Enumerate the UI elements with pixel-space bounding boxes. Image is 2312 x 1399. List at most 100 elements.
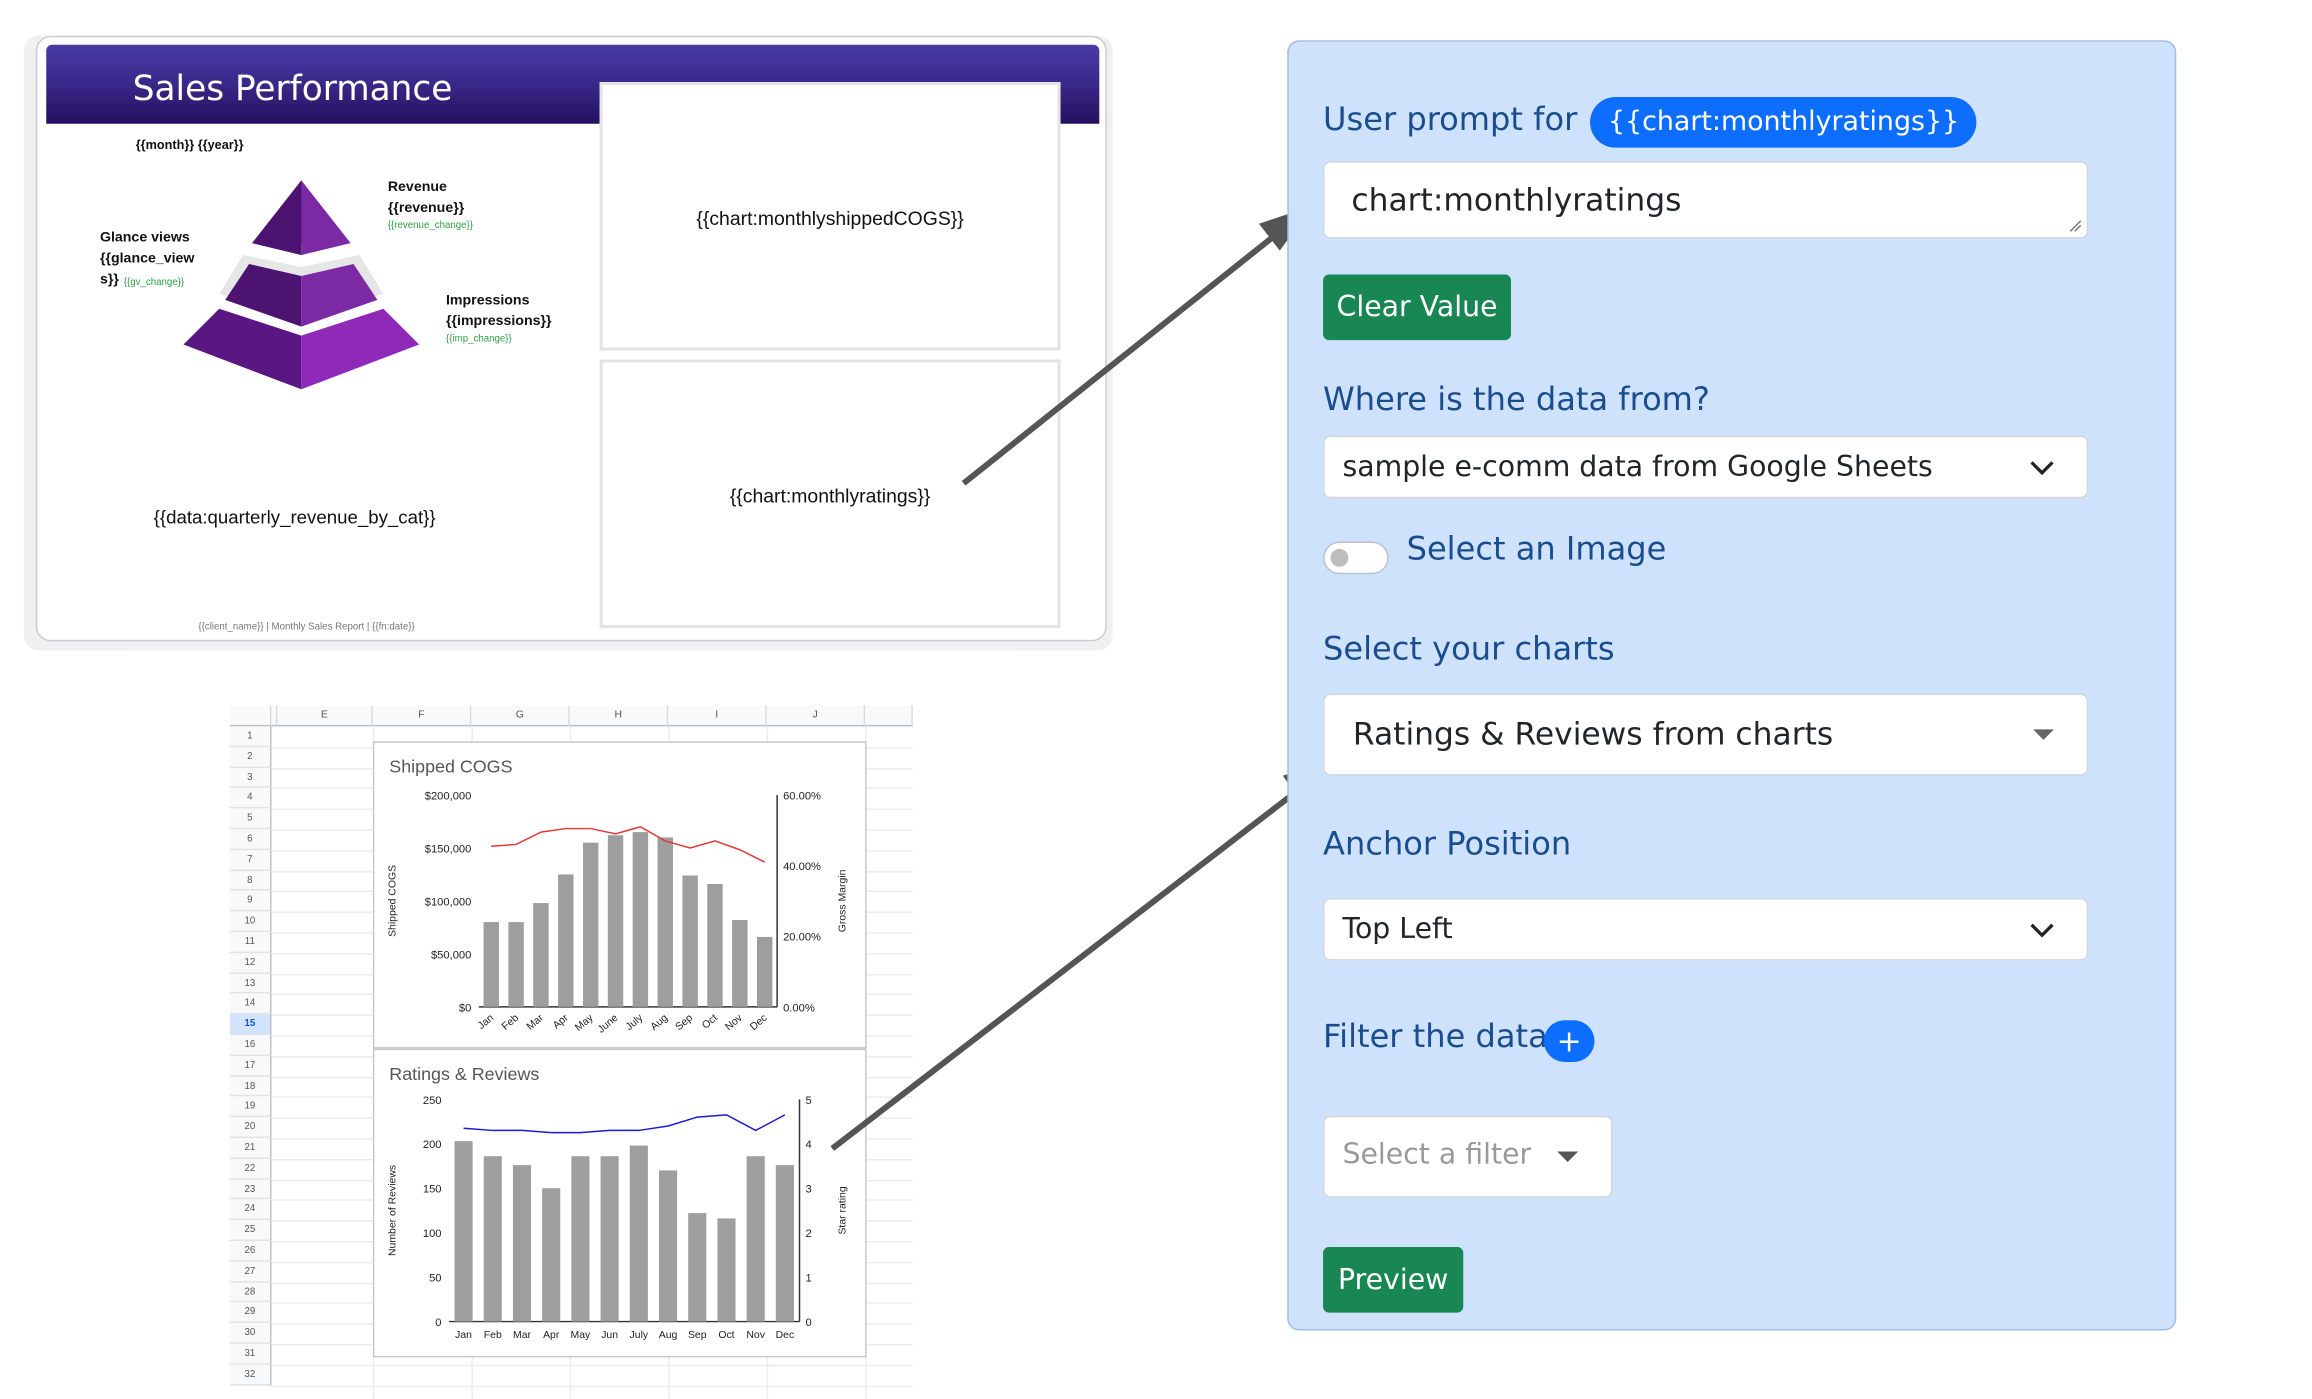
y2-tick-label: 60.00%	[783, 791, 821, 803]
glance-tag-line1: {{glance_view	[99, 250, 195, 267]
y2-tick-label: 2	[805, 1228, 811, 1240]
y-tick-label: $100,000	[425, 896, 472, 908]
prompt-textarea-value: chart:monthlyratings	[1351, 181, 1682, 218]
prompt-chip: {{chart:monthlyratings}}	[1590, 96, 1978, 148]
pyramid-top-face	[252, 180, 302, 256]
row-header[interactable]: 13	[229, 973, 272, 994]
anchor-select[interactable]: Top Left	[1323, 897, 2089, 961]
column-header-e[interactable]: E	[277, 705, 373, 727]
x-tick-label: Jun	[601, 1330, 618, 1341]
y-tick-label: 0	[435, 1317, 441, 1329]
y2-axis-title: Star rating	[838, 1186, 849, 1234]
image-toggle[interactable]	[1323, 541, 1389, 575]
row-header[interactable]: 18	[229, 1076, 272, 1097]
column-header-h[interactable]: H	[569, 705, 669, 727]
row-header[interactable]: 14	[229, 993, 272, 1015]
row-header[interactable]: 12	[229, 952, 272, 974]
x-tick-label: June	[596, 1013, 621, 1036]
filter-label: Filter the data	[1323, 1018, 1548, 1057]
chart-title: Ratings & Reviews	[389, 1064, 539, 1084]
slide-preview: Sales Performance {{month}} {{year}} Rev…	[35, 35, 1107, 642]
y2-tick-label: 40.00%	[783, 861, 821, 873]
row-header[interactable]: 11	[229, 932, 272, 953]
chart-bar	[632, 832, 649, 1007]
row-header[interactable]: 22	[229, 1158, 272, 1180]
y-axis-title: Shipped COGS	[387, 865, 398, 937]
preview-button[interactable]: Preview	[1323, 1246, 1464, 1313]
row-header[interactable]: 32	[229, 1364, 272, 1386]
row-header[interactable]: 4	[229, 788, 272, 809]
row-header[interactable]: 2	[229, 746, 272, 768]
data-source-value: sample e-comm data from Google Sheets	[1342, 450, 1933, 484]
spreadsheet: E F G H I J 1 2 3 4 5 6 7 8 9 10 11 12 13 14 15 16 17 18 1…	[229, 705, 913, 1399]
x-tick-label: Feb	[500, 1013, 521, 1033]
row-header[interactable]: 17	[229, 1055, 272, 1077]
column-header-j[interactable]: J	[766, 705, 866, 727]
row-header[interactable]: 31	[229, 1343, 272, 1365]
y-tick-label: $200,000	[425, 791, 472, 803]
chart-title: Shipped COGS	[389, 757, 512, 777]
row-header[interactable]: 6	[229, 829, 272, 850]
y2-axis-title: Gross Margin	[838, 869, 849, 932]
shipped-cogs-chart-card[interactable]: Shipped COGS $0 $50,000 $100,000 $150,000 $20…	[372, 741, 867, 1049]
row-header[interactable]: 30	[229, 1323, 272, 1344]
chart-bar	[571, 1156, 590, 1322]
revenue-tag: {{revenue}}	[387, 199, 465, 217]
row-header[interactable]: 26	[229, 1241, 272, 1262]
row-header[interactable]: 29	[229, 1302, 272, 1324]
row-header[interactable]: 21	[229, 1138, 272, 1159]
clear-value-button[interactable]: Clear Value	[1323, 274, 1512, 341]
row-header[interactable]: 7	[229, 849, 272, 871]
row-header[interactable]: 3	[229, 767, 272, 789]
x-tick-label: Oct	[718, 1330, 734, 1341]
y2-tick-label: 5	[805, 1095, 811, 1107]
glance-change-tag: {{gv_change}}	[123, 277, 185, 288]
row-header[interactable]: 15	[229, 1014, 272, 1036]
prompt-textarea[interactable]: chart:monthlyratings	[1323, 161, 2089, 239]
row-header[interactable]: 8	[229, 870, 272, 892]
x-tick-label: Feb	[484, 1330, 502, 1341]
chart-bar	[508, 922, 524, 1007]
chart-bar	[629, 1145, 648, 1322]
column-header-f[interactable]: F	[372, 705, 472, 727]
row-header[interactable]: 1	[229, 726, 272, 747]
row-header[interactable]: 28	[229, 1282, 272, 1303]
column-header-i[interactable]: I	[668, 705, 767, 727]
chart-bar	[658, 1170, 678, 1322]
data-source-select[interactable]: sample e-comm data from Google Sheets	[1323, 435, 2089, 499]
row-header[interactable]: 24	[229, 1199, 272, 1221]
row-header[interactable]: 19	[229, 1096, 272, 1118]
anchor-select-value: Top Left	[1342, 912, 1453, 946]
charts-select[interactable]: Ratings & Reviews from charts	[1323, 693, 2089, 776]
x-tick-label: Apr	[543, 1330, 560, 1341]
row-header[interactable]: 20	[229, 1117, 272, 1139]
row-header[interactable]: 27	[229, 1261, 272, 1283]
row-header[interactable]: 16	[229, 1035, 272, 1056]
chart-bar	[688, 1213, 707, 1322]
ratings-reviews-chart-card[interactable]: Ratings & Reviews 0 50 100 150 200 250 0 1 2 3 4 5 Nu…	[372, 1048, 867, 1358]
chart-series-line	[491, 825, 766, 863]
x-tick-label: May	[571, 1330, 591, 1341]
row-header[interactable]: 10	[229, 911, 272, 933]
chart-bar	[483, 922, 499, 1007]
prompt-label: User prompt for	[1323, 101, 1578, 139]
y-tick-label: 150	[423, 1184, 442, 1196]
shipped-cogs-chart: Shipped COGS $0 $50,000 $100,000 $150,000 $20…	[387, 757, 849, 1036]
filter-select[interactable]: Select a filter	[1323, 1115, 1613, 1198]
chart-bar	[657, 837, 673, 1007]
row-header[interactable]: 9	[229, 891, 272, 912]
revenue-change-tag: {{revenue_change}}	[387, 220, 474, 232]
chart-bar	[756, 936, 773, 1007]
row-header[interactable]: 5	[229, 808, 272, 830]
x-tick-label: Jan	[455, 1330, 472, 1341]
impressions-label: Impressions	[445, 292, 530, 309]
column-header-g[interactable]: G	[471, 705, 570, 727]
row-header[interactable]: 25	[229, 1220, 272, 1241]
x-tick-label: Sep	[688, 1330, 707, 1341]
chart-bar	[717, 1218, 736, 1322]
y2-tick-label: 3	[805, 1184, 811, 1196]
resize-handle-icon[interactable]	[2067, 218, 2082, 233]
row-header[interactable]: 23	[229, 1179, 272, 1200]
add-filter-button[interactable]: +	[1543, 1020, 1595, 1063]
toggle-knob	[1330, 548, 1349, 567]
